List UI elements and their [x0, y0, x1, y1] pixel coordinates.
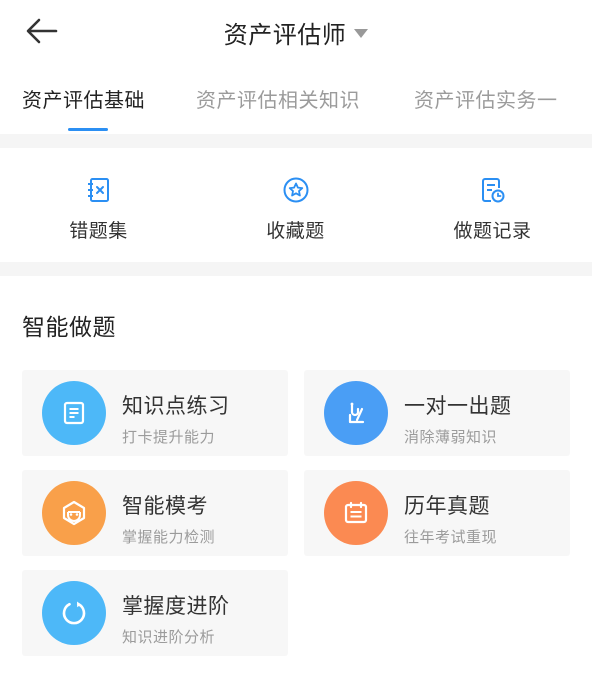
divider-band: [0, 134, 592, 148]
wrong-book-icon: [87, 178, 109, 202]
card-subtitle: 往年考试重现: [404, 528, 498, 546]
page-title: 资产评估师: [223, 20, 347, 49]
course-tabs: 资产评估基础 资产评估相关知识 资产评估实务一: [0, 66, 592, 132]
star-icon: [283, 177, 308, 203]
card-icon-circle: [324, 481, 388, 545]
card-icon-circle: [324, 381, 388, 445]
caret-down-icon: [354, 28, 369, 38]
card-subtitle: 知识进阶分析: [122, 628, 216, 646]
section-title: 智能做题: [22, 315, 116, 341]
wrong-questions-button[interactable]: 错题集: [0, 148, 197, 260]
active-tab-indicator: [68, 128, 108, 131]
progress-ring-icon: [62, 601, 86, 625]
practice-record-button[interactable]: 做题记录: [394, 148, 591, 260]
wrong-questions-label: 错题集: [69, 220, 128, 242]
divider-band: [0, 262, 592, 276]
favorites-label: 收藏题: [266, 220, 325, 242]
tab-practice-one[interactable]: 资产评估实务一: [414, 84, 558, 113]
smart-mock-exam-card[interactable]: 智能模考 掌握能力检测: [22, 470, 288, 556]
card-icon-circle: [42, 381, 106, 445]
past-exams-card[interactable]: 历年真题 往年考试重现: [304, 470, 570, 556]
card-subtitle: 消除薄弱知识: [404, 428, 498, 446]
card-title: 知识点练习: [122, 394, 230, 418]
document-icon: [63, 401, 85, 425]
pen-icon: [348, 402, 365, 424]
calendar-icon: [344, 501, 368, 524]
card-title: 一对一出题: [404, 394, 512, 418]
subject-selector[interactable]: 资产评估师: [0, 12, 592, 52]
record-icon: [481, 178, 504, 203]
practice-record-label: 做题记录: [453, 220, 532, 242]
tab-asset-evaluation-basics[interactable]: 资产评估基础: [22, 84, 145, 113]
mastery-advance-card[interactable]: 掌握度进阶 知识进阶分析: [22, 570, 288, 656]
card-icon-circle: [42, 581, 106, 645]
quick-actions: 错题集 收藏题 做题记录: [0, 148, 592, 260]
knowledge-practice-card[interactable]: 知识点练习 打卡提升能力: [22, 370, 288, 456]
robot-face-icon: [62, 500, 86, 526]
card-title: 掌握度进阶: [122, 594, 230, 618]
one-on-one-card[interactable]: 一对一出题 消除薄弱知识: [304, 370, 570, 456]
card-title: 历年真题: [404, 494, 490, 518]
card-subtitle: 掌握能力检测: [122, 528, 216, 546]
card-icon-circle: [42, 481, 106, 545]
tab-related-knowledge[interactable]: 资产评估相关知识: [196, 84, 360, 113]
top-bar: 资产评估师: [0, 0, 592, 64]
card-subtitle: 打卡提升能力: [122, 428, 216, 446]
card-title: 智能模考: [122, 494, 208, 518]
favorites-button[interactable]: 收藏题: [197, 148, 394, 260]
